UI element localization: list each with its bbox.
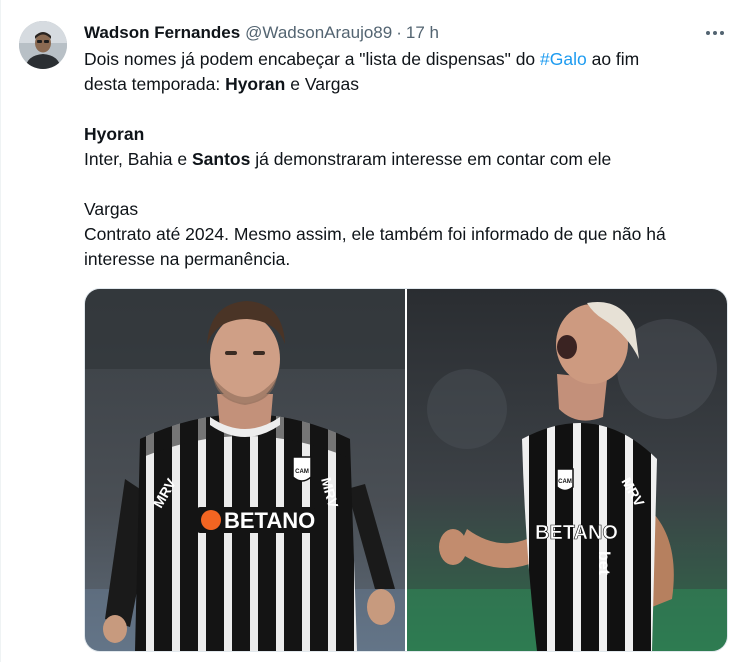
side-bet-label: bet (595, 551, 612, 576)
text-line: Hyoran (84, 124, 145, 144)
separator: · (396, 23, 402, 42)
more-options-button[interactable] (700, 22, 730, 44)
sponsor-betano-right: BETANO (535, 522, 618, 544)
more-horizontal-icon (706, 31, 724, 35)
text-line: Inter, Bahia e Santos já demonstraram in… (84, 149, 612, 169)
timestamp[interactable]: 17 h (406, 23, 439, 43)
author-handle[interactable]: @WadsonAraujo89 (245, 23, 392, 43)
photo-hyoran[interactable]: CAM BETANO MRV MRV (85, 289, 405, 651)
tweet-header: Wadson Fernandes @WadsonAraujo89 · 17 h (84, 22, 439, 44)
text-line: desta temporada: Hyoran e Vargas (84, 74, 359, 94)
crest-label: CAM (295, 469, 309, 475)
photo-vargas[interactable]: CAM BETANO MRV bet (407, 289, 727, 651)
tweet-card[interactable]: Wadson Fernandes @WadsonAraujo89 · 17 h … (0, 0, 748, 662)
text-line: Vargas (84, 199, 139, 219)
media-grid: CAM BETANO MRV MRV CAM BETANO MRV bet (84, 288, 728, 652)
avatar[interactable] (19, 21, 67, 69)
crest-label: CAM (558, 479, 572, 485)
tweet-text: Dois nomes já podem encabeçar a "lista d… (84, 47, 734, 272)
sponsor-betano-left: BETANO (224, 508, 315, 533)
text-line: Contrato até 2024. Mesmo assim, ele tamb… (84, 224, 666, 244)
text-line: interesse na permanência. (84, 249, 291, 269)
hashtag-link[interactable]: #Galo (540, 49, 587, 69)
divider (0, 0, 1, 662)
text-line: Dois nomes já podem encabeçar a "lista d… (84, 49, 640, 69)
author-name[interactable]: Wadson Fernandes (84, 23, 240, 43)
